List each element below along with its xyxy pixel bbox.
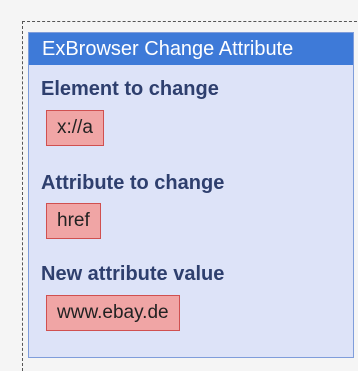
attribute-to-change-field[interactable]: href <box>46 203 101 239</box>
new-attribute-value-field[interactable]: www.ebay.de <box>46 295 180 331</box>
element-to-change-label: Element to change <box>41 78 219 100</box>
new-attribute-value-label: New attribute value <box>41 263 225 285</box>
change-attribute-activity[interactable]: ExBrowser Change Attribute Element to ch… <box>28 32 354 358</box>
element-to-change-field[interactable]: x://a <box>46 110 104 146</box>
designer-canvas: ExBrowser Change Attribute Element to ch… <box>0 0 358 371</box>
attribute-to-change-label: Attribute to change <box>41 172 225 194</box>
activity-title[interactable]: ExBrowser Change Attribute <box>29 33 353 65</box>
